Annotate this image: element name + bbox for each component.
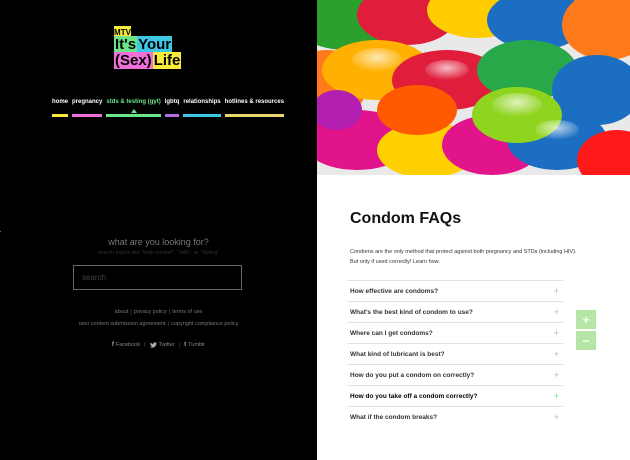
nav-item-label: lgbtq (164, 99, 180, 105)
faq-item[interactable]: Where can I get condoms? + (347, 322, 563, 343)
nav-color-bar (164, 114, 180, 117)
active-caret-icon (130, 109, 137, 113)
nav-item-lgbtq[interactable]: lgbtq (164, 99, 180, 117)
faq-intro: Condoms are the only method that protect… (350, 249, 577, 265)
hero-image-condoms (317, 0, 630, 175)
logo-line-1: It's Your (114, 36, 173, 53)
facebook-icon: f (111, 342, 114, 348)
terms-of-use-link[interactable]: terms of use (172, 309, 202, 315)
nav-item-label: stds & testing (gyt) (106, 99, 161, 105)
tumblr-link[interactable]: t Tumblr (184, 342, 205, 348)
expand-plus-icon: + (553, 390, 559, 401)
main-nav: home pregnancy stds & testing (gyt) lgbt… (52, 99, 285, 117)
nav-color-bar (52, 114, 69, 117)
faq-question: Where can I get condoms? (350, 329, 433, 337)
nav-item-label: relationships (183, 99, 221, 105)
tumblr-label: Tumblr (188, 342, 206, 348)
expand-plus-icon: + (553, 348, 559, 359)
search-box (73, 265, 242, 290)
expand-plus-icon: + (553, 285, 559, 296)
twitter-label: Twitter (158, 342, 175, 348)
nav-color-bar (224, 114, 285, 117)
facebook-label: Facebook (115, 342, 141, 348)
copyright-policy-link[interactable]: copyright compliance policy (171, 321, 238, 327)
social-links: f Facebook | Twitter | t Tumblr (111, 342, 206, 348)
user-content-agreement-link[interactable]: user content submission agreement (79, 321, 166, 327)
nav-item-label: pregnancy (72, 99, 103, 105)
zoom-out-button[interactable]: − (576, 331, 596, 350)
facebook-link[interactable]: f Facebook (112, 342, 140, 348)
faq-item[interactable]: What's the best kind of condom to use? + (347, 301, 563, 322)
condoms-illustration (317, 0, 630, 175)
expand-plus-icon: + (553, 411, 559, 422)
logo-word: Life (152, 52, 182, 69)
faq-question: What kind of lubricant is best? (350, 350, 445, 358)
privacy-policy-link[interactable]: privacy policy (134, 309, 167, 315)
expand-plus-icon: + (553, 327, 559, 338)
footer-links: about | privacy policy | terms of use user c… (78, 309, 239, 327)
divider-dot (0, 231, 1, 232)
nav-item-hotlines[interactable]: hotlines & resources (224, 99, 285, 117)
search-title: what are you looking for? (108, 237, 209, 247)
expand-plus-icon: + (553, 369, 559, 380)
logo-word: Your (137, 36, 173, 53)
twitter-icon (149, 342, 157, 348)
faq-list: How effective are condoms? + What's the … (347, 280, 563, 427)
faq-item[interactable]: What if the condom breaks? + (347, 406, 563, 427)
faq-item[interactable]: How do you put a condom on correctly? + (347, 364, 563, 385)
faq-question: How do you take off a condom correctly? (350, 392, 478, 400)
faq-item[interactable]: How do you take off a condom correctly? … (347, 385, 563, 406)
nav-item-label: home (52, 99, 69, 105)
logo-line-2: (Sex) Life (114, 52, 182, 69)
nav-item-relationships[interactable]: relationships (183, 99, 221, 117)
right-panel: Condom FAQs Condoms are the only method … (317, 0, 630, 460)
faq-question: How do you put a condom on correctly? (350, 371, 475, 379)
faq-item[interactable]: How effective are condoms? + (347, 280, 563, 301)
logo-word: (Sex) (114, 52, 153, 69)
nav-item-label: hotlines & resources (224, 99, 285, 105)
nav-item-home[interactable]: home (52, 99, 69, 117)
faq-question: How effective are condoms? (350, 287, 439, 295)
nav-item-stds-testing[interactable]: stds & testing (gyt) (106, 99, 161, 117)
search-input[interactable] (74, 266, 241, 289)
nav-color-bar (106, 114, 161, 117)
zoom-controls: + − (576, 310, 596, 352)
logo-word: It's (114, 36, 138, 53)
zoom-in-button[interactable]: + (576, 310, 596, 329)
faq-title: Condom FAQs (350, 210, 462, 227)
about-link[interactable]: about (115, 309, 129, 315)
tumblr-icon: t (184, 342, 187, 348)
nav-item-pregnancy[interactable]: pregnancy (72, 99, 103, 117)
search-hint: search topics like "birth control", "std… (97, 250, 220, 256)
twitter-link[interactable]: Twitter (149, 342, 175, 348)
faq-question: What's the best kind of condom to use? (350, 308, 473, 316)
nav-color-bar (183, 114, 221, 117)
left-panel: MTV It's Your (Sex) Life home pregnancy st… (0, 0, 317, 460)
nav-color-bar (72, 114, 103, 117)
expand-plus-icon: + (553, 306, 559, 317)
faq-question: What if the condom breaks? (350, 413, 438, 421)
site-logo[interactable]: MTV It's Your (Sex) Life (114, 26, 202, 70)
faq-item[interactable]: What kind of lubricant is best? + (347, 343, 563, 364)
